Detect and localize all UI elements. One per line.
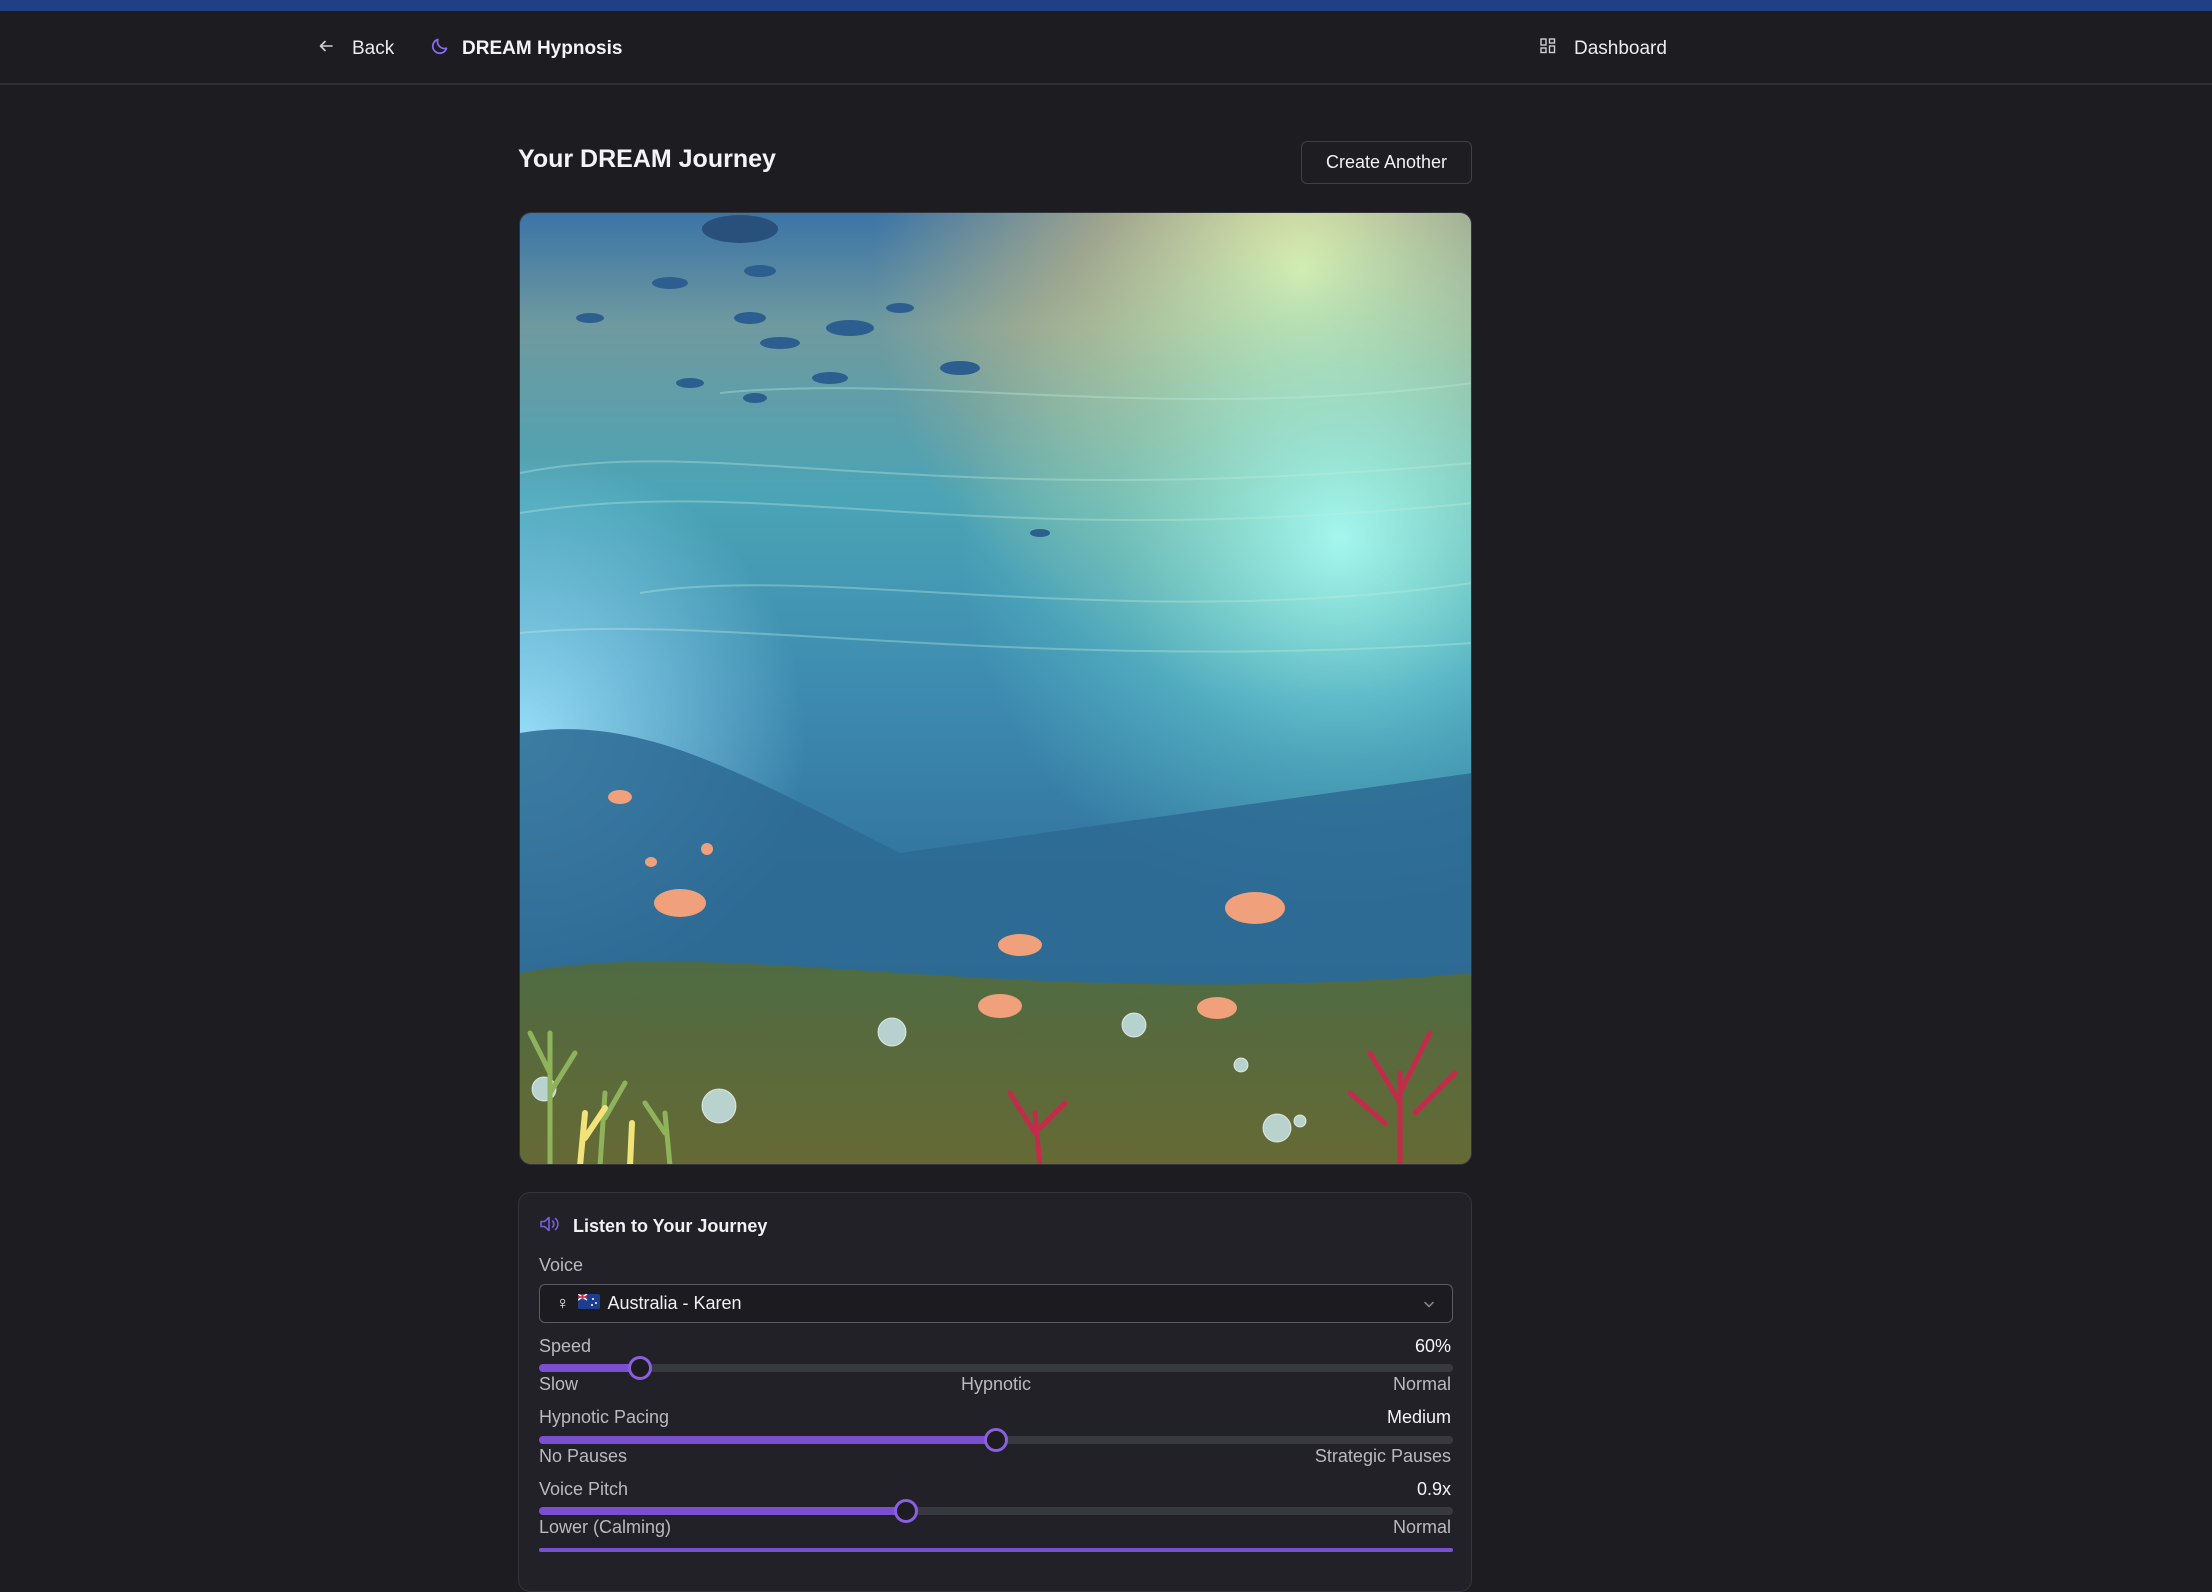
pacing-slider-fill (539, 1436, 996, 1444)
journey-artwork (519, 212, 1472, 1165)
pacing-slider-thumb[interactable] (984, 1428, 1008, 1452)
top-navigation: Back DREAM Hypnosis Dashboard (0, 11, 2212, 85)
speed-mid-label: Hypnotic (960, 1374, 1032, 1394)
dashboard-label: Dashboard (1574, 38, 1667, 59)
audio-player-panel: Listen to Your Journey Voice ♀ Australia… (518, 1192, 1472, 1592)
pitch-slider[interactable] (539, 1499, 1453, 1523)
speaker-icon (539, 1215, 561, 1238)
dashboard-grid-icon (1540, 38, 1556, 60)
page-title: Your DREAM Journey (518, 145, 776, 173)
pitch-slider-thumb[interactable] (894, 1499, 919, 1523)
chevron-down-icon (1422, 1295, 1436, 1316)
pitch-max-label: Normal (1392, 1517, 1451, 1537)
pitch-value: 0.9x (1416, 1479, 1451, 1499)
next-slider-edge (539, 1548, 1453, 1552)
audio-panel-header: Listen to Your Journey (539, 1213, 767, 1239)
audio-panel-title: Listen to Your Journey (573, 1215, 768, 1236)
australia-flag-icon (577, 1293, 600, 1314)
top-accent-strip (0, 0, 2212, 11)
female-symbol-icon: ♀ (556, 1293, 570, 1313)
speed-slider[interactable] (539, 1356, 1453, 1380)
back-label: Back (352, 38, 395, 59)
pacing-slider[interactable] (539, 1428, 1453, 1452)
create-another-button[interactable]: Create Another (1301, 141, 1472, 184)
voice-select[interactable]: ♀ Australia - Karen (539, 1284, 1453, 1323)
pitch-min-label: Lower (Calming) (539, 1517, 672, 1537)
pacing-max-label: Strategic Pauses (1314, 1446, 1451, 1466)
speed-label: Speed (539, 1336, 592, 1356)
pacing-min-label: No Pauses (539, 1446, 628, 1466)
brand-name: DREAM Hypnosis (462, 38, 623, 59)
speed-max-label: Normal (1392, 1374, 1451, 1394)
dashboard-link[interactable]: Dashboard (1540, 35, 1667, 63)
pitch-label: Voice Pitch (539, 1479, 629, 1499)
pacing-value: Medium (1386, 1407, 1451, 1427)
voice-label: Voice (539, 1255, 584, 1275)
speed-slider-fill (539, 1364, 640, 1372)
speed-value: 60% (1414, 1336, 1451, 1356)
moon-icon (430, 36, 450, 62)
pitch-slider-fill (539, 1507, 907, 1515)
back-button[interactable]: Back (318, 35, 394, 63)
brand-link[interactable]: DREAM Hypnosis (430, 35, 622, 63)
pacing-label: Hypnotic Pacing (539, 1407, 670, 1427)
voice-selected-value: Australia - Karen (607, 1293, 742, 1313)
arrow-left-icon (318, 38, 334, 60)
